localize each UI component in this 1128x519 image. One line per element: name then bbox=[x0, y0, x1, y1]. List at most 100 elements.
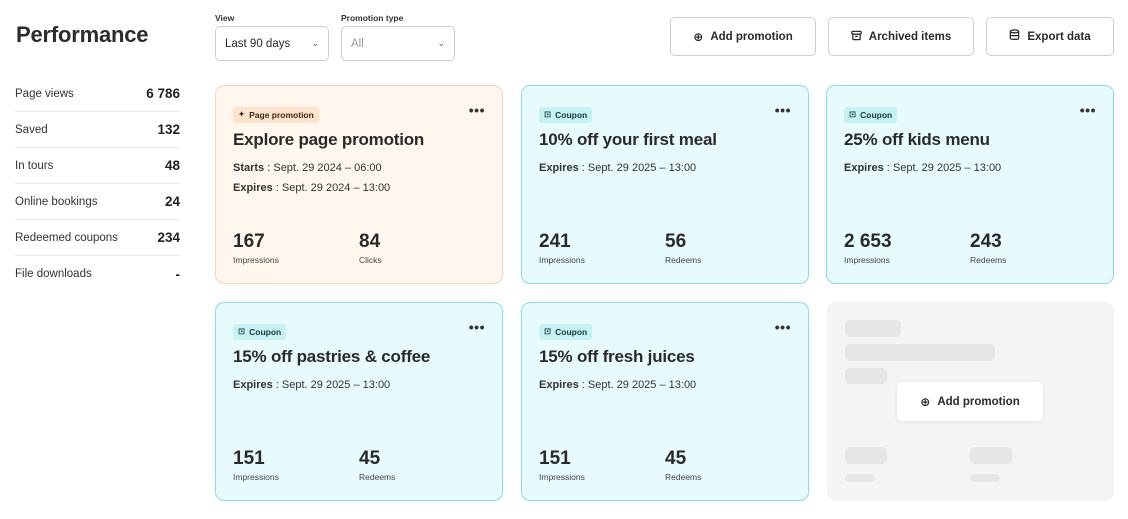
card-title: 25% off kids menu bbox=[844, 129, 990, 149]
promotion-card[interactable]: ⊡ Coupon ••• 15% off pastries & coffee E… bbox=[215, 302, 503, 501]
card-dates: Expires : Sept. 29 2025 – 13:00 bbox=[539, 375, 791, 395]
add-promotion-card-button[interactable]: ⊕ Add promotion bbox=[897, 382, 1043, 421]
promotion-type-badge: ⊡ Coupon bbox=[539, 106, 593, 123]
metric-label: Impressions bbox=[539, 255, 585, 265]
start-date-value: : Sept. 29 2024 – 06:00 bbox=[264, 161, 382, 174]
skeleton-badge bbox=[845, 320, 901, 337]
promotion-type-select-value: All bbox=[351, 37, 364, 50]
expiry-date-line: Expires : Sept. 29 2025 – 13:00 bbox=[233, 375, 485, 395]
stat-row-file-downloads: File downloads - bbox=[15, 256, 180, 292]
more-horizontal-icon[interactable]: ••• bbox=[775, 102, 791, 118]
redeems-metric: 45 Redeems bbox=[359, 448, 485, 482]
expiry-date-label: Expires bbox=[539, 378, 579, 391]
stat-label: Saved bbox=[15, 123, 48, 136]
stat-value: 48 bbox=[164, 158, 180, 173]
promotion-card[interactable]: ⊡ Coupon ••• 10% off your first meal Exp… bbox=[521, 85, 809, 284]
skeleton-title bbox=[845, 344, 995, 361]
impressions-metric: 241 Impressions bbox=[539, 231, 665, 265]
card-dates: Expires : Sept. 29 2025 – 13:00 bbox=[539, 158, 791, 178]
card-metrics: 167 Impressions 84 Clicks bbox=[233, 231, 485, 265]
metric-label: Redeems bbox=[970, 255, 1007, 265]
promotion-card[interactable]: ✦ Page promotion ••• Explore page promot… bbox=[215, 85, 503, 284]
card-metrics: 151 Impressions 45 Redeems bbox=[539, 448, 791, 482]
view-filter: View Last 90 days ⌄ bbox=[215, 13, 329, 61]
stat-row-page-views: Page views 6 786 bbox=[15, 76, 180, 112]
badge-label: Page promotion bbox=[249, 109, 314, 120]
card-dates: Starts : Sept. 29 2024 – 06:00 Expires :… bbox=[233, 158, 485, 198]
skeleton-date bbox=[845, 368, 887, 384]
more-horizontal-icon[interactable]: ••• bbox=[469, 102, 485, 118]
stat-row-in-tours: In tours 48 bbox=[15, 148, 180, 184]
metric-label: Impressions bbox=[233, 472, 279, 482]
sparkle-icon: ✦ bbox=[238, 109, 246, 119]
promotion-card[interactable]: ⊡ Coupon ••• 15% off fresh juices Expire… bbox=[521, 302, 809, 501]
start-date-line: Starts : Sept. 29 2024 – 06:00 bbox=[233, 158, 485, 178]
more-horizontal-icon[interactable]: ••• bbox=[469, 319, 485, 335]
card-dates: Expires : Sept. 29 2025 – 13:00 bbox=[233, 375, 485, 395]
stat-label: Redeemed coupons bbox=[15, 231, 118, 244]
chevron-down-icon: ⌄ bbox=[311, 38, 319, 48]
card-metrics: 151 Impressions 45 Redeems bbox=[233, 448, 485, 482]
expiry-date-value: : Sept. 29 2025 – 13:00 bbox=[883, 161, 1002, 174]
expiry-date-label: Expires bbox=[233, 378, 273, 391]
redeems-metric: 243 Redeems bbox=[970, 231, 1096, 265]
stat-value: 234 bbox=[157, 230, 180, 245]
badge-label: Coupon bbox=[555, 326, 588, 337]
expiry-date-line: Expires : Sept. 29 2024 – 13:00 bbox=[233, 178, 485, 198]
impressions-metric: 151 Impressions bbox=[233, 448, 359, 482]
page-title: Performance bbox=[16, 22, 149, 47]
expiry-date-line: Expires : Sept. 29 2025 – 13:00 bbox=[539, 375, 791, 395]
stat-label: File downloads bbox=[15, 268, 92, 280]
skeleton-metric-value bbox=[970, 447, 1012, 464]
metric-value: 241 bbox=[539, 231, 571, 252]
archived-items-button[interactable]: Archived items bbox=[828, 17, 974, 56]
chevron-down-icon: ⌄ bbox=[437, 38, 445, 48]
more-horizontal-icon[interactable]: ••• bbox=[775, 319, 791, 335]
promotion-type-filter-label: Promotion type bbox=[341, 13, 404, 23]
stat-label: Online bookings bbox=[15, 195, 98, 208]
metric-value: 45 bbox=[665, 448, 687, 469]
ticket-icon: ⊡ bbox=[544, 326, 552, 336]
clicks-metric: 84 Clicks bbox=[359, 231, 485, 265]
view-select[interactable]: Last 90 days ⌄ bbox=[215, 26, 329, 61]
impressions-metric: 167 Impressions bbox=[233, 231, 359, 265]
promotion-card[interactable]: ⊡ Coupon ••• 25% off kids menu Expires :… bbox=[826, 85, 1114, 284]
metric-value: 84 bbox=[359, 231, 381, 252]
add-promotion-button[interactable]: ⊕ Add promotion bbox=[670, 17, 816, 56]
skeleton-metric-label bbox=[970, 474, 1000, 482]
metric-label: Redeems bbox=[665, 255, 702, 265]
promotion-type-badge: ⊡ Coupon bbox=[539, 323, 593, 340]
stat-value: 6 786 bbox=[146, 86, 180, 101]
ticket-icon: ⊡ bbox=[238, 326, 246, 336]
expiry-date-value: : Sept. 29 2024 – 13:00 bbox=[272, 181, 391, 194]
metric-label: Redeems bbox=[359, 472, 396, 482]
card-metrics: 241 Impressions 56 Redeems bbox=[539, 231, 791, 265]
impressions-metric: 151 Impressions bbox=[539, 448, 665, 482]
export-data-button[interactable]: Export data bbox=[986, 17, 1114, 56]
promotion-type-badge: ⊡ Coupon bbox=[844, 106, 898, 123]
metric-value: 243 bbox=[970, 231, 1002, 252]
expiry-date-line: Expires : Sept. 29 2025 – 13:00 bbox=[844, 158, 1096, 178]
card-title: Explore page promotion bbox=[233, 129, 425, 149]
stat-label: Page views bbox=[15, 87, 74, 100]
expiry-date-label: Expires bbox=[539, 161, 579, 174]
stat-row-saved: Saved 132 bbox=[15, 112, 180, 148]
promotion-type-select[interactable]: All ⌄ bbox=[341, 26, 455, 61]
redeems-metric: 45 Redeems bbox=[665, 448, 791, 482]
add-promotion-label: Add promotion bbox=[710, 30, 793, 43]
stat-value: 132 bbox=[157, 122, 180, 137]
expiry-date-label: Expires bbox=[844, 161, 884, 174]
stat-value: - bbox=[175, 266, 181, 282]
card-title: 10% off your first meal bbox=[539, 129, 717, 149]
skeleton-metric-value bbox=[845, 447, 887, 464]
database-icon bbox=[1009, 29, 1020, 44]
expiry-date-label: Expires bbox=[233, 181, 273, 194]
view-filter-label: View bbox=[215, 13, 235, 23]
more-horizontal-icon[interactable]: ••• bbox=[1080, 102, 1096, 118]
archive-box-icon bbox=[851, 30, 862, 44]
metric-value: 167 bbox=[233, 231, 265, 252]
metric-label: Impressions bbox=[233, 255, 279, 265]
plus-circle-icon: ⊕ bbox=[920, 394, 931, 409]
stat-value: 24 bbox=[164, 194, 180, 209]
export-data-label: Export data bbox=[1027, 30, 1091, 43]
